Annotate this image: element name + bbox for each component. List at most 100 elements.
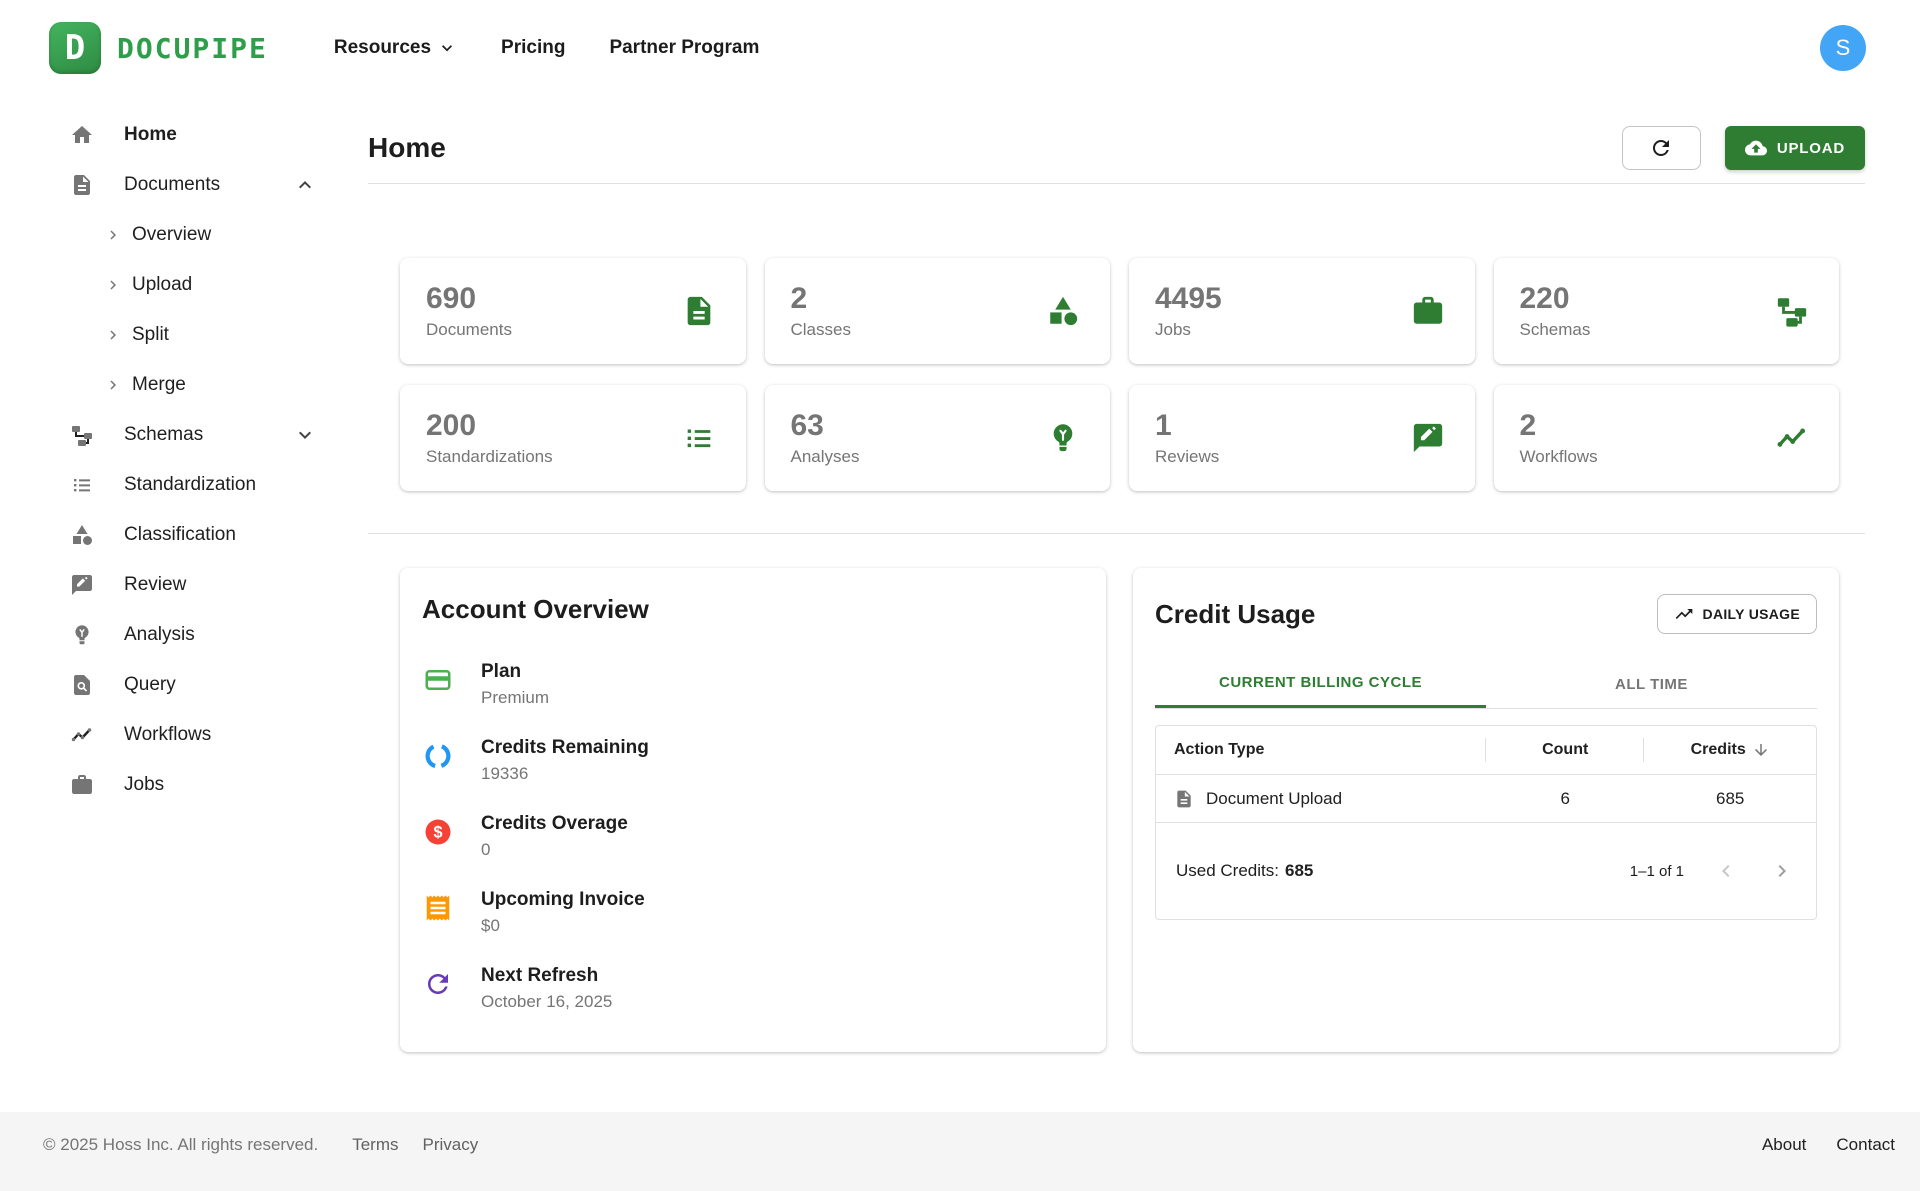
sidebar-item-label: Classification (124, 524, 236, 545)
sidebar-item-query[interactable]: Query (0, 660, 345, 710)
cell-count: 6 (1560, 788, 1570, 808)
column-header-label: Action Type (1174, 741, 1265, 758)
trending-icon (1775, 421, 1809, 455)
account-item-label: Next Refresh (481, 965, 599, 986)
stat-card-schemas[interactable]: 220 Schemas (1493, 258, 1839, 364)
logo-letter: D (64, 28, 86, 68)
daily-usage-label: DAILY USAGE (1702, 606, 1800, 622)
column-header-count[interactable]: Count (1486, 726, 1645, 774)
sidebar-item-label: Jobs (124, 774, 165, 795)
document-icon (1174, 789, 1194, 809)
credit-card-icon (423, 665, 453, 695)
account-item-next-refresh: Next Refresh October 16, 2025 (423, 965, 1084, 1012)
sidebar-item-documents[interactable]: Documents (0, 160, 345, 210)
stat-value: 4495 (1155, 282, 1222, 316)
primary-nav: Resources Pricing Partner Program (334, 37, 760, 59)
stat-label: Schemas (1519, 319, 1591, 339)
nav-resources[interactable]: Resources (334, 37, 457, 59)
top-nav: D DOCUPIPE Resources Pricing Partner Pro… (0, 0, 1920, 96)
avatar-initial: S (1835, 35, 1851, 60)
trending-up-icon (1674, 604, 1694, 624)
footer-link-privacy[interactable]: Privacy (423, 1135, 479, 1155)
sidebar-item-home[interactable]: Home (0, 110, 345, 160)
sort-descending-icon[interactable] (1752, 741, 1770, 759)
sidebar-item-review[interactable]: Review (0, 560, 345, 610)
chevron-right-icon (104, 376, 122, 394)
chevron-left-icon (1714, 859, 1738, 883)
schema-icon (1775, 294, 1809, 328)
sidebar: Home Documents Overview Upload Split Mer… (0, 96, 345, 1112)
tab-current-billing-cycle[interactable]: CURRENT BILLING CYCLE (1155, 660, 1486, 708)
sidebar-item-schemas[interactable]: Schemas (0, 410, 345, 460)
lightbulb-icon (1046, 421, 1080, 455)
account-item-value: Premium (481, 688, 550, 707)
footer-link-contact[interactable]: Contact (1836, 1135, 1895, 1155)
nav-partner-program[interactable]: Partner Program (609, 37, 759, 59)
stat-card-workflows[interactable]: 2 Workflows (1493, 385, 1839, 491)
document-icon (70, 173, 94, 197)
chevron-up-icon[interactable] (293, 173, 317, 197)
sidebar-subitem-merge[interactable]: Merge (0, 360, 345, 410)
credit-usage-table: Action Type Count Credits Document Uploa… (1155, 725, 1817, 920)
sidebar-item-workflows[interactable]: Workflows (0, 710, 345, 760)
stat-value: 1 (1155, 409, 1172, 443)
sidebar-item-standardization[interactable]: Standardization (0, 460, 345, 510)
rate-review-icon (70, 573, 94, 597)
nav-pricing[interactable]: Pricing (501, 37, 565, 59)
stat-value: 63 (790, 409, 824, 443)
sidebar-item-jobs[interactable]: Jobs (0, 760, 345, 810)
footer-link-terms[interactable]: Terms (352, 1135, 398, 1155)
avatar[interactable]: S (1820, 25, 1866, 71)
column-header-label: Count (1542, 741, 1589, 758)
stat-card-classes[interactable]: 2 Classes (764, 258, 1110, 364)
stat-card-jobs[interactable]: 4495 Jobs (1129, 258, 1475, 364)
list-icon (70, 473, 94, 497)
sidebar-subitem-overview[interactable]: Overview (0, 210, 345, 260)
daily-usage-button[interactable]: DAILY USAGE (1656, 594, 1817, 634)
refresh-button[interactable] (1621, 126, 1701, 170)
chevron-right-icon (104, 326, 122, 344)
stat-value: 200 (426, 409, 477, 443)
list-icon (682, 421, 716, 455)
chevron-right-icon (104, 276, 122, 294)
sidebar-subitem-upload[interactable]: Upload (0, 260, 345, 310)
account-item-value: 19336 (481, 764, 529, 783)
sidebar-item-label: Review (124, 574, 187, 595)
sidebar-subitem-split[interactable]: Split (0, 310, 345, 360)
sidebar-item-analysis[interactable]: Analysis (0, 610, 345, 660)
sidebar-item-label: Home (124, 124, 177, 145)
rate-review-icon (1411, 421, 1445, 455)
schema-icon (70, 423, 94, 447)
sidebar-item-label: Standardization (124, 474, 257, 495)
brand-logo[interactable]: D DOCUPIPE (49, 22, 268, 74)
refresh-icon (1649, 136, 1673, 160)
stat-card-standardizations[interactable]: 200 Standardizations (400, 385, 746, 491)
stat-value: 2 (1519, 409, 1537, 443)
column-header-credits[interactable]: Credits (1644, 726, 1816, 774)
sidebar-subitem-label: Split (132, 324, 169, 345)
stat-card-analyses[interactable]: 63 Analyses (764, 385, 1110, 491)
footer-link-about[interactable]: About (1762, 1135, 1806, 1155)
account-item-value: $0 (481, 916, 500, 935)
tab-all-time[interactable]: ALL TIME (1486, 660, 1817, 708)
account-overview-title: Account Overview (422, 594, 649, 624)
header-divider (368, 183, 1865, 184)
stat-card-reviews[interactable]: 1 Reviews (1129, 385, 1475, 491)
table-row[interactable]: Document Upload 6 685 (1156, 774, 1816, 822)
page-title: Home (368, 132, 446, 163)
account-item-plan: Plan Premium (423, 661, 1084, 708)
refresh-icon (423, 969, 453, 999)
upload-button[interactable]: UPLOAD (1724, 126, 1865, 170)
nav-partner-program-label: Partner Program (609, 37, 760, 58)
stat-value: 2 (790, 282, 808, 316)
account-item-value: October 16, 2025 (481, 992, 613, 1011)
sidebar-subitem-label: Overview (132, 224, 212, 245)
pagination-prev-button[interactable] (1712, 857, 1740, 885)
column-header-action-type[interactable]: Action Type (1156, 726, 1486, 774)
chevron-down-icon[interactable] (293, 423, 317, 447)
sidebar-item-classification[interactable]: Classification (0, 510, 345, 560)
stat-label: Standardizations (426, 446, 553, 466)
stat-card-documents[interactable]: 690 Documents (400, 258, 746, 364)
pagination-next-button[interactable] (1768, 857, 1796, 885)
stat-label: Analyses (790, 446, 860, 466)
